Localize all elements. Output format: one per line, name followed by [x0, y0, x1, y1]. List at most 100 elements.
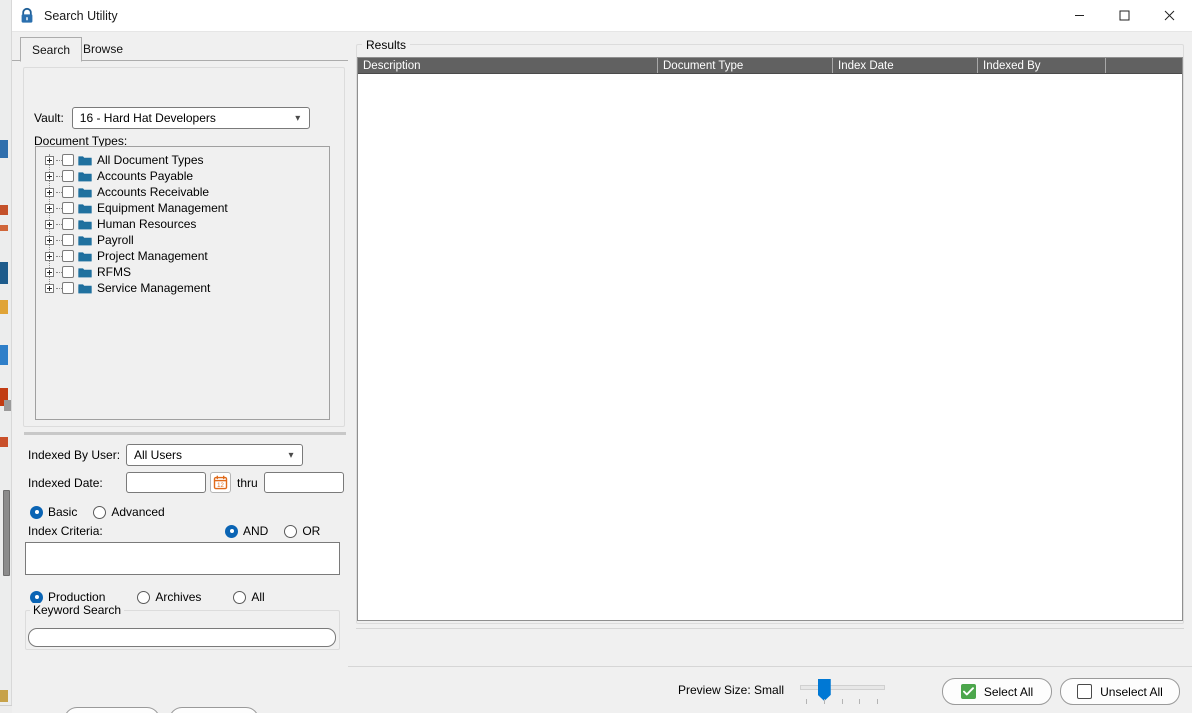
- tree-node[interactable]: Service Management: [36, 280, 329, 296]
- grid-column-header[interactable]: Indexed By: [978, 58, 1106, 73]
- vault-label: Vault:: [34, 111, 64, 125]
- tree-node-checkbox[interactable]: [62, 250, 74, 262]
- expand-icon[interactable]: [45, 235, 54, 245]
- slider-tick: [823, 699, 825, 704]
- bg-accent-6: [0, 345, 8, 365]
- expand-icon[interactable]: [45, 283, 54, 293]
- expand-icon[interactable]: [45, 219, 54, 229]
- bg-accent-2: [0, 205, 8, 215]
- tab-search[interactable]: Search: [20, 37, 83, 62]
- minimize-button[interactable]: [1057, 0, 1102, 32]
- radio-archives-dot: [137, 590, 151, 604]
- indexed-by-user-select[interactable]: All Users ▾: [126, 444, 303, 466]
- slider-track: [800, 685, 885, 690]
- close-button[interactable]: [1147, 0, 1192, 32]
- radio-all-dot: [233, 590, 247, 604]
- reset-button[interactable]: Reset: [169, 707, 259, 713]
- indexed-date-to-input[interactable]: [263, 472, 344, 493]
- folder-icon: [78, 267, 92, 277]
- expand-icon[interactable]: [45, 187, 54, 197]
- tree-node[interactable]: Accounts Receivable: [36, 184, 329, 200]
- tree-node[interactable]: Project Management: [36, 248, 329, 264]
- expand-icon[interactable]: [45, 267, 54, 277]
- tree-node-label: Accounts Receivable: [97, 185, 210, 199]
- radio-production[interactable]: Production: [30, 590, 105, 604]
- unselect-all-button[interactable]: Unselect All: [1060, 678, 1180, 705]
- search-button[interactable]: Search: [64, 707, 160, 713]
- radio-basic-dot: [30, 505, 43, 519]
- close-icon: [1164, 10, 1175, 21]
- expand-icon[interactable]: [45, 203, 54, 213]
- grid-column-header[interactable]: Document Type: [658, 58, 833, 73]
- folder-icon: [78, 187, 92, 197]
- tree-node[interactable]: Accounts Payable: [36, 168, 329, 184]
- select-all-label: Select All: [983, 684, 1034, 699]
- tree-node-checkbox[interactable]: [62, 154, 74, 166]
- tree-node-label: All Document Types: [97, 153, 204, 167]
- calendar-icon: 12: [213, 475, 228, 490]
- tree-node-label: Equipment Management: [97, 201, 228, 215]
- expand-icon[interactable]: [45, 171, 54, 181]
- tree-node[interactable]: Human Resources: [36, 216, 329, 232]
- maximize-icon: [1119, 10, 1130, 21]
- unselect-all-label: Unselect All: [1100, 684, 1163, 699]
- expand-icon[interactable]: [45, 155, 54, 165]
- check-icon: [960, 684, 976, 699]
- maximize-button[interactable]: [1102, 0, 1147, 32]
- keyword-search-legend: Keyword Search: [30, 603, 125, 617]
- radio-advanced[interactable]: Advanced: [93, 505, 165, 519]
- results-grid[interactable]: Description Document Type Index Date Indexe…: [357, 57, 1183, 621]
- index-criteria-input[interactable]: [25, 542, 340, 575]
- grid-column-header[interactable]: Index Date: [833, 58, 978, 73]
- preview-size-slider[interactable]: [800, 679, 885, 705]
- radio-or[interactable]: OR: [284, 524, 320, 538]
- bg-accent-9: [0, 690, 8, 702]
- grid-column-header[interactable]: Description: [358, 58, 658, 73]
- tree-node-checkbox[interactable]: [62, 170, 74, 182]
- slider-tick: [841, 699, 843, 704]
- radio-and-dot: [225, 524, 238, 538]
- tree-node[interactable]: Equipment Management: [36, 200, 329, 216]
- tree-node-checkbox[interactable]: [62, 234, 74, 246]
- vault-value: 16 - Hard Hat Developers: [79, 111, 216, 125]
- results-grid-body[interactable]: [358, 74, 1182, 620]
- radio-all[interactable]: All: [233, 590, 265, 604]
- tree-node-checkbox[interactable]: [62, 186, 74, 198]
- slider-thumb[interactable]: [817, 679, 831, 701]
- expand-icon[interactable]: [45, 251, 54, 261]
- indexed-date-from-input[interactable]: [126, 472, 206, 493]
- select-all-button[interactable]: Select All: [942, 678, 1052, 705]
- tree-node[interactable]: RFMS: [36, 264, 329, 280]
- status-bar: Preview Size: Small Select All Unselect …: [348, 666, 1192, 713]
- tree-node-checkbox[interactable]: [62, 282, 74, 294]
- radio-archives[interactable]: Archives: [137, 590, 201, 604]
- tree-node[interactable]: Payroll: [36, 232, 329, 248]
- radio-basic-label: Basic: [48, 505, 78, 519]
- radio-production-label: Production: [48, 590, 106, 604]
- bg-accent-5: [0, 300, 8, 314]
- radio-basic[interactable]: Basic: [30, 505, 77, 519]
- vault-select[interactable]: 16 - Hard Hat Developers ▾: [71, 107, 310, 129]
- tree-node-label: Human Resources: [97, 217, 197, 231]
- svg-text:12: 12: [217, 483, 224, 489]
- radio-and[interactable]: AND: [225, 524, 268, 538]
- tree-node-checkbox[interactable]: [62, 218, 74, 230]
- folder-icon: [78, 203, 92, 213]
- grid-header-filler: [1106, 58, 1182, 73]
- tree-node[interactable]: All Document Types: [36, 152, 329, 168]
- background-window-strip: [0, 0, 12, 713]
- checkmark-glyph: [962, 687, 974, 696]
- preview-size-label: Preview Size: Small: [678, 683, 785, 697]
- keyword-search-input[interactable]: [28, 628, 336, 647]
- empty-checkbox-icon: [1077, 684, 1093, 699]
- mode-radio-group: Basic Advanced: [30, 505, 181, 519]
- tree-node-checkbox[interactable]: [62, 266, 74, 278]
- calendar-from-button[interactable]: 12: [210, 472, 231, 493]
- tree-node-label: Payroll: [97, 233, 134, 247]
- radio-archives-label: Archives: [155, 590, 202, 604]
- tree-node-label: Project Management: [97, 249, 208, 263]
- tree-node-checkbox[interactable]: [62, 202, 74, 214]
- document-types-tree[interactable]: All Document Types Accounts Payable Accoun…: [35, 146, 330, 420]
- results-legend: Results: [362, 38, 411, 52]
- background-scrollbar[interactable]: [3, 490, 10, 576]
